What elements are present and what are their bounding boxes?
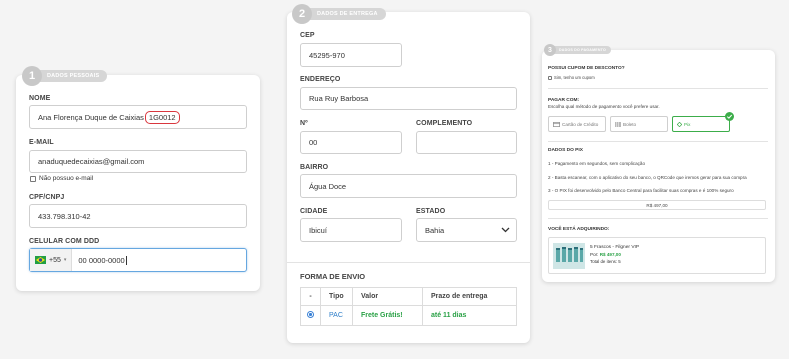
cpf-label: CPF/CNPJ	[29, 194, 65, 201]
product-qty: Total de itens: 5	[590, 259, 621, 264]
pix-divider	[548, 218, 768, 219]
shipping-option-row[interactable]: PAC Frete Grátis! até 11 dias	[300, 305, 517, 326]
product-price-line: Por: R$ 497,00	[590, 252, 621, 257]
shipping-type: PAC	[320, 305, 353, 326]
coupon-question: POSSUI CUPOM DE DESCONTO?	[548, 66, 625, 71]
shipping-header-value: Valor	[352, 287, 423, 306]
shipping-title: FORMA DE ENVIO	[300, 272, 366, 281]
pay-option-pix[interactable]: Pix	[672, 116, 730, 132]
endereco-label: ENDEREÇO	[300, 76, 341, 83]
phone-field[interactable]: +55 ▾ 00 0000-0000	[29, 248, 247, 272]
pay-instruction: Escolha qual método de pagamento você pr…	[548, 104, 660, 109]
product-price: R$ 497,00	[599, 252, 621, 257]
shipping-header-type: Tipo	[320, 287, 353, 306]
numero-field[interactable]: 00	[300, 131, 402, 154]
coupon-option: Sim, tenho um cupom	[554, 75, 595, 80]
check-icon	[725, 112, 734, 121]
complemento-label: COMPLEMENTO	[416, 120, 473, 127]
product-name: 5 Frascos - Filgner VIP	[590, 245, 640, 250]
bairro-field[interactable]: Água Doce	[300, 174, 517, 198]
cep-field[interactable]: 45295-970	[300, 43, 402, 67]
endereco-field[interactable]: Rua Ruy Barbosa	[300, 87, 517, 110]
pay-option-boleto[interactable]: Boleto	[610, 116, 668, 132]
product-box: 5 Frascos - Filgner VIP Por: R$ 497,00 T…	[548, 237, 766, 274]
phone-code: +55	[49, 256, 61, 264]
country-selector[interactable]: +55 ▾	[30, 249, 73, 271]
pay-option-credit-card[interactable]: Cartão de Crédito	[548, 116, 606, 132]
product-price-prefix: Por:	[590, 252, 599, 257]
pay-option-boleto-label: Boleto	[623, 121, 637, 127]
shipping-value: Frete Grátis!	[352, 305, 423, 326]
buying-title: VOCÊ ESTÁ ADQUIRINDO:	[548, 227, 610, 232]
pix-title: DADOS DO PIX	[548, 148, 583, 153]
text-cursor	[125, 255, 127, 265]
pay-option-credit-card-label: Cartão de Crédito	[562, 121, 599, 127]
email-field[interactable]: anaduquedecaixias@gmail.com	[29, 150, 247, 173]
cep-label: CEP	[300, 32, 315, 39]
cidade-label: CIDADE	[300, 208, 328, 215]
no-email-checkbox[interactable]	[30, 176, 36, 182]
personal-step-header: 1 DADOS PESSOAIS	[22, 66, 108, 86]
step-number-1: 1	[22, 66, 42, 86]
coupon-checkbox[interactable]	[548, 76, 552, 80]
step-number-2: 2	[292, 4, 312, 24]
brazil-flag-icon	[35, 256, 46, 264]
barcode-icon	[615, 121, 621, 127]
numero-label: Nº	[300, 120, 308, 127]
shipping-radio-cell[interactable]	[300, 305, 321, 326]
cidade-field[interactable]: Ibicuí	[300, 218, 402, 242]
complemento-field[interactable]	[416, 131, 517, 154]
step-title-payment: DADOS DO PAGAMENTO	[552, 46, 611, 54]
shipping-table: - Tipo Valor Prazo de entrega PAC Frete …	[300, 287, 517, 326]
shipping-deadline: até 11 dias	[422, 305, 517, 326]
estado-label: ESTADO	[416, 208, 446, 215]
coupon-divider	[548, 88, 768, 89]
shipping-header-deadline: Prazo de entrega	[422, 287, 517, 306]
shipping-header-row: - Tipo Valor Prazo de entrega	[300, 287, 517, 306]
phone-label: CELULAR COM DDD	[29, 238, 100, 245]
chevron-down-icon	[501, 227, 510, 233]
pix-total: R$ 497,00	[646, 202, 668, 208]
delivery-step-header: 2 DADOS DE ENTREGA	[292, 4, 386, 24]
step-title-personal: DADOS PESSOAIS	[37, 70, 108, 82]
shipping-radio[interactable]	[307, 311, 314, 318]
nome-field[interactable]: Ana Florença Duque de Caixias 1G0012	[29, 105, 247, 129]
no-email-label: Não possuo e-mail	[39, 175, 94, 182]
nome-label: NOME	[29, 95, 51, 102]
pay-option-pix-label: Pix	[684, 121, 691, 127]
product-image	[553, 243, 585, 269]
payment-step-header: 3 DADOS DO PAGAMENTO	[544, 44, 611, 56]
estado-value: Bahia	[425, 225, 445, 235]
email-label: E-MAIL	[29, 139, 54, 146]
bairro-label: BAIRRO	[300, 164, 329, 171]
pix-step-3: 3 - O PIX foi desenvolvido pelo Banco Ce…	[548, 188, 734, 193]
nome-highlight: 1G0012	[144, 110, 180, 124]
pay-method-divider	[548, 141, 768, 142]
nome-value: Ana Florença Duque de Caixias	[38, 112, 144, 122]
credit-card-icon	[553, 121, 560, 127]
step-number-3: 3	[544, 44, 556, 56]
shipping-header-select: -	[300, 287, 321, 306]
estado-select[interactable]: Bahia	[416, 218, 517, 242]
pix-step-2: 2 - Basta escanear, com o aplicativo do …	[548, 175, 747, 180]
shipping-divider	[287, 262, 530, 263]
phone-value: 00 0000-0000	[78, 255, 125, 265]
step-title-delivery: DADOS DE ENTREGA	[307, 8, 386, 20]
pay-with-label: PAGAR COM:	[548, 98, 580, 103]
chevron-down-icon: ▾	[63, 257, 67, 263]
pix-total-box: R$ 497,00	[548, 200, 766, 210]
cpf-field[interactable]: 433.798.310-42	[29, 204, 247, 228]
pix-step-1: 1 - Pagamento em segundos, sem complicaç…	[548, 161, 646, 166]
pix-icon	[677, 121, 682, 127]
